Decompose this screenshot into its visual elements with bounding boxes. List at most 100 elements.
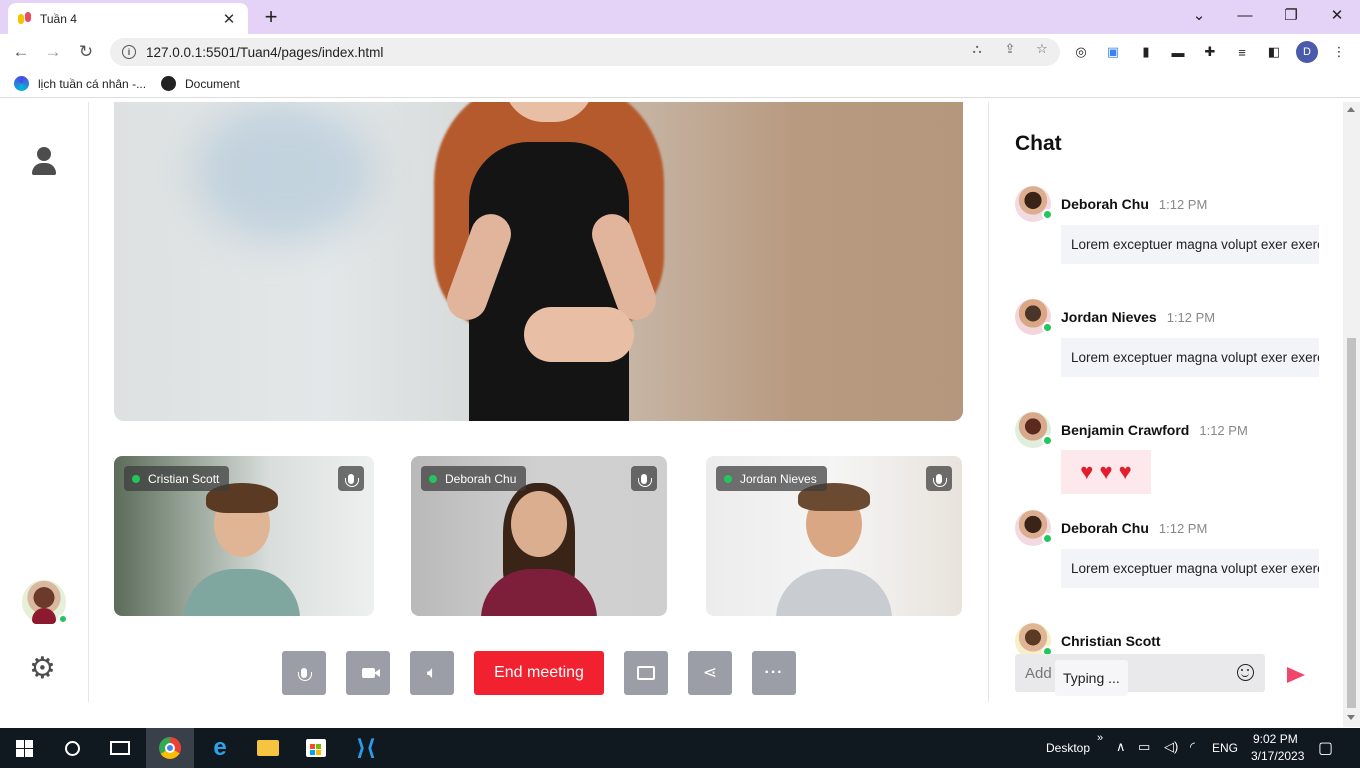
- side-panel-icon[interactable]: ◧: [1265, 43, 1283, 61]
- participant-name: Cristian Scott: [148, 471, 220, 486]
- microphone-icon[interactable]: [631, 466, 657, 491]
- restore-button[interactable]: ❐: [1268, 0, 1314, 30]
- participant-tile[interactable]: Deborah Chu: [411, 456, 667, 616]
- clock-date[interactable]: 3/17/2023: [1251, 749, 1304, 763]
- url-text: 127.0.0.1:5501/Tuan4/pages/index.html: [146, 44, 384, 60]
- extension-translate-icon[interactable]: ▣: [1104, 43, 1122, 61]
- avatar[interactable]: [1015, 510, 1053, 546]
- more-options-button[interactable]: ···: [752, 651, 796, 695]
- globe-icon: [161, 76, 176, 91]
- sender-name: Benjamin Crawford: [1061, 422, 1190, 438]
- send-icon[interactable]: [1287, 667, 1305, 683]
- my-avatar[interactable]: [22, 580, 68, 624]
- profile-avatar[interactable]: D: [1296, 41, 1318, 63]
- mute-mic-button[interactable]: [282, 651, 326, 695]
- participant-tile[interactable]: Jordan Nieves: [706, 456, 962, 616]
- bookmarks-bar: lịch tuần cá nhân -... Document: [0, 70, 1360, 98]
- back-icon[interactable]: ←: [8, 39, 34, 65]
- online-status-dot: [724, 474, 732, 483]
- message-bubble: Lorem exceptuer magna volupt exer exerci…: [1061, 225, 1319, 264]
- windows-start-icon[interactable]: [0, 728, 48, 768]
- microphone-icon[interactable]: [338, 466, 364, 491]
- online-status-dot: [1042, 322, 1053, 333]
- volume-icon[interactable]: ◁): [1164, 739, 1178, 755]
- extensions-puzzle-icon[interactable]: ✚: [1201, 43, 1219, 61]
- address-bar[interactable]: i 127.0.0.1:5501/Tuan4/pages/index.html: [110, 38, 1060, 66]
- sender-name: Deborah Chu: [1061, 520, 1149, 536]
- settings-gear-icon[interactable]: ⚙: [29, 654, 56, 684]
- scroll-down-arrow-icon[interactable]: [1347, 715, 1355, 720]
- share-icon[interactable]: ⇪: [1001, 40, 1019, 58]
- share-link-button[interactable]: ⋖: [688, 651, 732, 695]
- chrome-menu-icon[interactable]: ⋮: [1330, 43, 1348, 61]
- tab-search-icon[interactable]: ⌄: [1176, 0, 1222, 30]
- scroll-up-arrow-icon[interactable]: [1347, 107, 1355, 112]
- translate-icon[interactable]: ⛬: [968, 40, 986, 58]
- chat-message-header: Deborah Chu 1:12 PM: [1015, 186, 1207, 222]
- share-icon: ⋖: [702, 663, 718, 682]
- microphone-icon[interactable]: [926, 466, 952, 491]
- chat-message-header: Jordan Nieves 1:12 PM: [1015, 299, 1215, 335]
- avatar[interactable]: [1015, 186, 1053, 222]
- message-time: 1:12 PM: [1158, 196, 1208, 212]
- browser-tab[interactable]: Tuần 4 ✕: [8, 3, 248, 34]
- more-dots-icon: ···: [764, 664, 784, 681]
- avatar[interactable]: [1015, 412, 1053, 448]
- bookmark-label: Document: [185, 76, 240, 91]
- toggle-speaker-button[interactable]: 🔈︎: [410, 651, 454, 695]
- page-viewport: ⚙ Cristian Scott Deborah Chu Jordan Niev…: [0, 102, 1360, 727]
- desktop-label[interactable]: Desktop: [1046, 741, 1090, 755]
- participant-tile[interactable]: Cristian Scott: [114, 456, 374, 616]
- share-screen-button[interactable]: [624, 651, 668, 695]
- file-explorer-icon[interactable]: [244, 728, 292, 768]
- reload-icon[interactable]: ↻: [73, 39, 99, 65]
- media-control-icon[interactable]: ≡: [1233, 43, 1251, 61]
- scrollbar-thumb[interactable]: [1347, 338, 1356, 708]
- emoji-smile-icon[interactable]: [1237, 664, 1254, 681]
- chat-message-input[interactable]: Add: [1015, 654, 1265, 692]
- store-icon[interactable]: [292, 728, 340, 768]
- clock-time[interactable]: 9:02 PM: [1253, 732, 1298, 746]
- minimize-button[interactable]: —: [1222, 0, 1268, 30]
- tab-close-icon[interactable]: ✕: [220, 10, 238, 28]
- bookmark-item[interactable]: Document: [161, 76, 240, 91]
- extension-book-icon[interactable]: ▮: [1137, 43, 1155, 61]
- main-speaker-video: [114, 102, 963, 421]
- message-bubble: Lorem exceptuer magna volupt exer exerci…: [1061, 338, 1319, 377]
- end-meeting-button[interactable]: End meeting: [474, 651, 604, 695]
- canva-icon: [14, 76, 29, 91]
- online-status-dot: [132, 474, 140, 483]
- sender-name: Jordan Nieves: [1061, 309, 1157, 325]
- search-icon[interactable]: [48, 728, 96, 768]
- chrome-taskbar-icon[interactable]: [146, 728, 194, 768]
- battery-icon[interactable]: ▭: [1138, 739, 1150, 755]
- task-view-icon[interactable]: [96, 728, 144, 768]
- edge-taskbar-icon[interactable]: e: [196, 728, 244, 768]
- message-bubble: Lorem exceptuer magna volupt exer exerci…: [1061, 549, 1319, 588]
- language-indicator[interactable]: ENG: [1212, 741, 1238, 755]
- tab-title: Tuần 4: [40, 11, 77, 26]
- extension-card-icon[interactable]: ▬: [1169, 43, 1187, 61]
- site-info-icon[interactable]: i: [122, 45, 136, 59]
- user-icon[interactable]: [30, 147, 58, 177]
- forward-icon[interactable]: →: [40, 39, 66, 65]
- microphone-icon: [298, 668, 312, 681]
- chat-panel: Chat Deborah Chu 1:12 PM Lorem exceptuer…: [988, 102, 1343, 702]
- chevron-right-icon[interactable]: »: [1097, 732, 1103, 744]
- page-scrollbar[interactable]: [1343, 102, 1360, 727]
- participant-name-badge: Deborah Chu: [421, 466, 527, 491]
- online-status-dot: [1042, 533, 1053, 544]
- toggle-camera-button[interactable]: [346, 651, 390, 695]
- message-time: 1:12 PM: [1166, 309, 1216, 325]
- bookmark-item[interactable]: lịch tuần cá nhân -...: [14, 76, 146, 91]
- new-tab-button[interactable]: +: [258, 4, 284, 30]
- close-window-button[interactable]: ✕: [1314, 0, 1360, 30]
- vscode-icon[interactable]: ⟩⟨: [342, 728, 390, 768]
- avatar[interactable]: [1015, 299, 1053, 335]
- wifi-icon[interactable]: ◜: [1190, 739, 1195, 755]
- notifications-icon[interactable]: ▢: [1318, 738, 1333, 758]
- extension-compass-icon[interactable]: ◎: [1072, 43, 1090, 61]
- tray-overflow-icon[interactable]: ∧: [1116, 739, 1126, 755]
- bookmark-star-icon[interactable]: ☆: [1033, 40, 1051, 58]
- tab-favicon-icon: [18, 11, 32, 26]
